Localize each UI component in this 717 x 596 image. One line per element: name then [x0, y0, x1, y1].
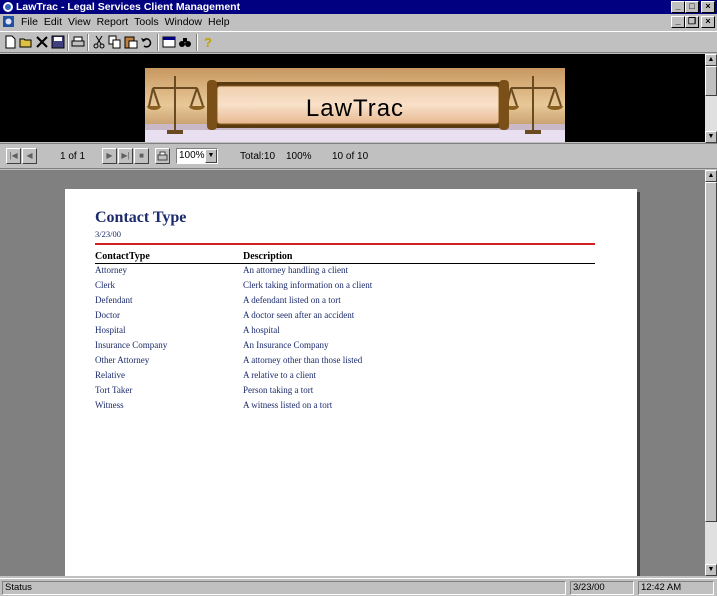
menu-file[interactable]: File [18, 15, 41, 29]
cell-contacttype: Doctor [95, 310, 120, 320]
stop-button[interactable]: ■ [134, 148, 149, 164]
menu-window[interactable]: Window [162, 15, 205, 29]
title-divider [95, 243, 595, 245]
page-indicator: 1 of 1 [60, 151, 86, 162]
menu-help[interactable]: Help [205, 15, 233, 29]
new-file-icon[interactable] [2, 34, 19, 51]
title-bar[interactable]: LawTrac - Legal Services Client Manageme… [0, 0, 717, 14]
help-icon[interactable]: ? [200, 34, 217, 51]
viewer-scroll-down[interactable]: ▼ [705, 564, 717, 576]
status-time: 12:42 AM [638, 581, 714, 595]
doc-minimize-button[interactable]: _ [671, 16, 685, 28]
zoom-select[interactable]: 100% ▼ [176, 148, 218, 164]
first-page-button[interactable]: |◀ [6, 148, 21, 164]
table-row: Other Attorney A attorney other than tho… [65, 355, 637, 370]
cell-contacttype: Other Attorney [95, 355, 150, 365]
cell-contacttype: Tort Taker [95, 385, 133, 395]
cell-contacttype: Clerk [95, 280, 115, 290]
cut-icon[interactable] [91, 34, 108, 51]
maximize-button[interactable]: □ [685, 1, 699, 13]
status-text: Status [2, 581, 566, 595]
print-icon[interactable] [70, 34, 87, 51]
cell-contacttype: Defendant [95, 295, 133, 305]
svg-text:?: ? [204, 35, 212, 49]
chevron-down-icon[interactable]: ▼ [205, 149, 217, 163]
status-date: 3/23/00 [570, 581, 634, 595]
zoom-percent: 100% [286, 151, 312, 162]
table-row: Insurance Company An Insurance Company [65, 340, 637, 355]
app-icon[interactable] [2, 1, 14, 13]
menu-tools[interactable]: Tools [131, 15, 162, 29]
properties-icon[interactable] [161, 34, 178, 51]
table-row: Hospital A hospital [65, 325, 637, 340]
close-button[interactable]: × [701, 1, 715, 13]
table-row: Tort Taker Person taking a tort [65, 385, 637, 400]
cell-description: A hospital [243, 325, 280, 335]
table-row: Relative A relative to a client [65, 370, 637, 385]
print-report-icon [157, 151, 168, 161]
cell-contacttype: Hospital [95, 325, 126, 335]
banner-scrollbar[interactable]: ▲ ▼ [705, 54, 717, 143]
cell-description: An Insurance Company [243, 340, 329, 350]
status-bar: Status 3/23/00 12:42 AM [0, 578, 717, 596]
next-page-button[interactable]: ▶ [102, 148, 117, 164]
cell-contacttype: Attorney [95, 265, 127, 275]
banner-scroll-down[interactable]: ▼ [705, 131, 717, 143]
doc-restore-button[interactable]: ❐ [685, 16, 699, 28]
toolbar: ? [0, 31, 717, 53]
report-page: Contact Type 3/23/00 ContactType Descrip… [65, 189, 637, 576]
menu-edit[interactable]: Edit [41, 15, 65, 29]
report-title: Contact Type [95, 209, 187, 226]
cell-contacttype: Witness [95, 400, 124, 410]
open-folder-icon[interactable] [18, 34, 35, 51]
cell-contacttype: Insurance Company [95, 340, 168, 350]
close-x-icon[interactable] [34, 34, 51, 51]
doc-close-button[interactable]: × [701, 16, 715, 28]
prev-page-button[interactable]: ◀ [22, 148, 37, 164]
document-icon[interactable] [2, 15, 15, 28]
report-viewer[interactable]: Contact Type 3/23/00 ContactType Descrip… [0, 170, 705, 576]
minimize-button[interactable]: _ [671, 1, 685, 13]
viewer-scrollbar[interactable]: ▲ ▼ [705, 170, 717, 576]
print-report-button[interactable] [155, 148, 170, 164]
cell-description: A relative to a client [243, 370, 316, 380]
banner: LawTrac [0, 54, 705, 142]
table-row: Witness A witness listed on a tort [65, 400, 637, 415]
cell-description: An attorney handling a client [243, 265, 348, 275]
record-count: 10 of 10 [332, 151, 369, 162]
report-date: 3/23/00 [95, 229, 121, 239]
table-row: Attorney An attorney handling a client [65, 265, 637, 280]
undo-icon[interactable] [139, 34, 156, 51]
cell-description: A defendant listed on a tort [243, 295, 341, 305]
navigation-bar: |◀ ◀ 1 of 1 ▶ ▶| ■ 100% ▼ Total:10 100% … [0, 143, 717, 169]
copy-icon[interactable] [107, 34, 124, 51]
banner-title: LawTrac [305, 95, 405, 122]
paste-icon[interactable] [123, 34, 140, 51]
find-icon[interactable] [177, 34, 194, 51]
cell-description: Person taking a tort [243, 385, 314, 395]
last-page-button[interactable]: ▶| [118, 148, 133, 164]
banner-scroll-thumb[interactable] [705, 66, 717, 96]
menu-view[interactable]: View [65, 15, 94, 29]
column-header-description: Description [243, 251, 293, 262]
header-divider [95, 263, 595, 264]
save-icon[interactable] [50, 34, 67, 51]
column-header-contacttype: ContactType [95, 251, 150, 262]
viewer-scroll-up[interactable]: ▲ [705, 170, 717, 182]
cell-description: A witness listed on a tort [243, 400, 333, 410]
banner-scroll-up[interactable]: ▲ [705, 54, 717, 66]
cell-contacttype: Relative [95, 370, 125, 380]
cell-description: Clerk taking information on a client [243, 280, 373, 290]
window-title: LawTrac - Legal Services Client Manageme… [16, 1, 241, 13]
cell-description: A attorney other than those listed [243, 355, 363, 365]
cell-description: A doctor seen after an accident [243, 310, 355, 320]
table-row: Defendant A defendant listed on a tort [65, 295, 637, 310]
table-row: Doctor A doctor seen after an accident [65, 310, 637, 325]
zoom-value: 100% [179, 150, 205, 161]
menu-report[interactable]: Report [94, 15, 132, 29]
table-row: Clerk Clerk taking information on a clie… [65, 280, 637, 295]
total-records: Total:10 [240, 151, 276, 162]
menu-bar: File Edit View Report Tools Window Help … [0, 14, 717, 30]
viewer-scroll-thumb[interactable] [705, 182, 717, 522]
